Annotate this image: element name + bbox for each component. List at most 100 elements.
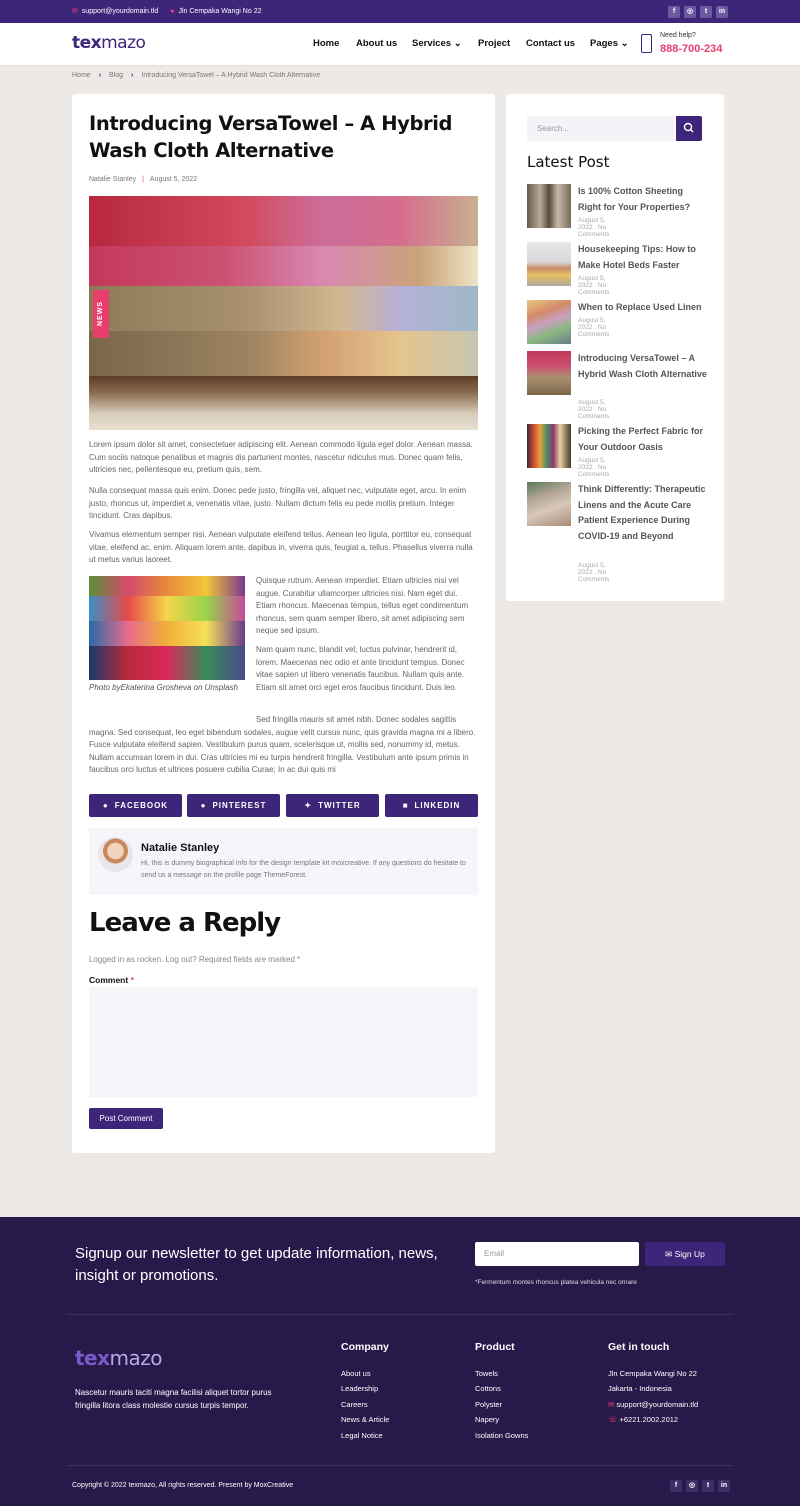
comment-label: Comment * xyxy=(89,975,134,985)
chevron-right-icon: › xyxy=(131,72,134,79)
twitter-icon[interactable]: t xyxy=(700,6,712,18)
search-icon xyxy=(683,122,694,133)
site-header: texmazo Home About us Services ⌄ Project… xyxy=(0,23,800,66)
footer-email[interactable]: ✉ support@yourdomain.tld xyxy=(608,1400,698,1409)
post-thumbnail xyxy=(527,351,571,395)
facebook-icon[interactable]: f xyxy=(670,1480,682,1492)
post-paragraph: Quisque rutrum. Aenean imperdiet. Etiam … xyxy=(256,576,469,635)
share-pinterest-button[interactable]: ● PINTEREST xyxy=(187,794,280,817)
instagram-icon[interactable]: ◎ xyxy=(684,6,696,18)
share-twitter-button[interactable]: ✦ TWITTER xyxy=(286,794,379,817)
author-name[interactable]: Natalie Stanley xyxy=(141,842,219,854)
share-linkedin-button[interactable]: ■ LINKEDIN xyxy=(385,794,478,817)
post-paragraph: Lorem ipsum dolor sit amet, consectetuer… xyxy=(89,440,473,474)
search-input[interactable]: Search... xyxy=(527,116,675,141)
nav-project[interactable]: Project xyxy=(478,38,510,49)
footer-link[interactable]: Napery xyxy=(475,1415,499,1424)
twitter-icon: ✦ xyxy=(304,801,313,810)
post-author[interactable]: Natalie Stanley xyxy=(89,176,136,183)
footer-link[interactable]: About us xyxy=(341,1369,371,1378)
copyright: Copyright © 2022 texmazo, All rights res… xyxy=(72,1482,294,1489)
news-badge[interactable]: NEWS xyxy=(93,290,109,338)
breadcrumb-home[interactable]: Home xyxy=(72,72,91,79)
footer-link[interactable]: Towels xyxy=(475,1369,498,1378)
location-icon: ● xyxy=(170,7,175,15)
post-date: August 5, 2022 xyxy=(149,176,198,183)
comment-textarea[interactable] xyxy=(89,987,478,1097)
signup-button[interactable]: ✉ Sign Up xyxy=(645,1242,725,1266)
breadcrumb-blog[interactable]: Blog xyxy=(109,72,123,79)
footer-link[interactable]: Leadership xyxy=(341,1384,378,1393)
instagram-icon[interactable]: ◎ xyxy=(686,1480,698,1492)
footer-company-heading: Company xyxy=(341,1341,389,1353)
author-bio: Hi, this is dummy biographical info for … xyxy=(141,860,466,879)
phone-icon: ☏ xyxy=(608,1415,618,1424)
chevron-down-icon: ⌄ xyxy=(453,38,462,49)
footer-link[interactable]: News & Article xyxy=(341,1415,389,1424)
footer-link[interactable]: Careers xyxy=(341,1400,368,1409)
footer-divider xyxy=(66,1314,734,1315)
footer-link[interactable]: Isolation Gowns xyxy=(475,1431,528,1440)
nav-services[interactable]: Services ⌄ xyxy=(412,38,462,49)
footer-link[interactable]: Legal Notice xyxy=(341,1431,383,1440)
breadcrumb-current: Introducing VersaTowel – A Hybrid Wash C… xyxy=(141,72,321,79)
share-facebook-button[interactable]: ● FACEBOOK xyxy=(89,794,182,817)
footer-address: Jln Cempaka Wangi No 22 xyxy=(608,1369,697,1378)
caption-photographer-link[interactable]: Ekaterina Grosheva xyxy=(121,683,192,692)
topbar-email[interactable]: ✉ support@yourdomain.tld xyxy=(72,7,158,15)
image-caption: Photo byEkaterina Grosheva on Unsplash xyxy=(89,683,238,692)
phone-icon xyxy=(641,34,652,53)
footer-contact-heading: Get in touch xyxy=(608,1341,670,1353)
footer-link[interactable]: Polyster xyxy=(475,1400,502,1409)
linkedin-icon[interactable]: in xyxy=(718,1480,730,1492)
latest-post-heading: Latest Post xyxy=(527,153,610,171)
footer-city: Jakarta - Indonesia xyxy=(608,1384,672,1393)
newsletter-text: Signup our newsletter to get update info… xyxy=(75,1245,438,1284)
post-thumbnail xyxy=(527,242,571,286)
site-logo[interactable]: texmazo xyxy=(72,33,146,53)
post-thumbnail xyxy=(527,300,571,344)
post-meta: Natalie Stanley | August 5, 2022 xyxy=(89,176,198,183)
footer-product-heading: Product xyxy=(475,1341,515,1353)
post-paragraph: Vivamus elementum semper nisi. Aenean vu… xyxy=(89,530,473,564)
footer-description: Nascetur mauris taciti magna facilisi al… xyxy=(75,1388,272,1410)
nav-about[interactable]: About us xyxy=(356,38,397,49)
post-title: Introducing VersaTowel – A Hybrid Wash C… xyxy=(89,112,453,162)
post-comment-button[interactable]: Post Comment xyxy=(89,1108,163,1129)
linkedin-icon[interactable]: in xyxy=(716,6,728,18)
nav-home[interactable]: Home xyxy=(313,38,339,49)
top-bar: ✉ support@yourdomain.tld ● Jln Cempaka Wan… xyxy=(0,0,800,23)
footer-divider xyxy=(66,1465,734,1466)
twitter-icon[interactable]: t xyxy=(702,1480,714,1492)
post-paragraph: Sed fringilla mauris sit amet nibh. Done… xyxy=(89,715,476,774)
nav-pages[interactable]: Pages ⌄ xyxy=(590,38,629,49)
logged-in-note: Logged in as rocken. Log out? Required f… xyxy=(89,955,301,964)
pinterest-icon: ● xyxy=(200,801,207,810)
post-thumbnail xyxy=(527,424,571,468)
footer-link[interactable]: Cottons xyxy=(475,1384,501,1393)
nav-contact[interactable]: Contact us xyxy=(526,38,575,49)
search-button[interactable] xyxy=(676,116,702,141)
footer-logo[interactable]: texmazo xyxy=(75,1346,163,1370)
linkedin-icon: ■ xyxy=(402,801,409,810)
chevron-right-icon: › xyxy=(98,72,102,79)
post-thumbnail xyxy=(527,184,571,228)
mail-icon: ✉ xyxy=(72,8,78,15)
social-links: f ◎ t in xyxy=(668,6,728,18)
newsletter-note: *Fermentum montes rhoncus platea vehicul… xyxy=(475,1279,637,1286)
post-paragraph: Nam quam nunc, blandit vel, luctus pulvi… xyxy=(256,645,465,692)
facebook-icon[interactable]: f xyxy=(668,6,680,18)
inline-fabric-image xyxy=(89,576,245,680)
post-paragraph: Nulla consequat massa quis enim. Donec p… xyxy=(89,486,467,520)
topbar-address: ● Jln Cempaka Wangi No 22 xyxy=(170,7,262,15)
featured-image xyxy=(89,196,478,430)
chevron-down-icon: ⌄ xyxy=(620,38,629,49)
breadcrumb: Home › Blog › Introducing VersaTowel – A… xyxy=(72,72,320,79)
reply-heading: Leave a Reply xyxy=(89,908,281,938)
facebook-icon: ● xyxy=(102,801,109,810)
newsletter-email-input[interactable]: Email xyxy=(475,1242,639,1266)
footer-phone[interactable]: ☏ +6221.2002.2012 xyxy=(608,1415,678,1424)
mail-icon: ✉ xyxy=(608,1400,615,1409)
author-avatar xyxy=(98,837,133,872)
post-thumbnail xyxy=(527,482,571,526)
